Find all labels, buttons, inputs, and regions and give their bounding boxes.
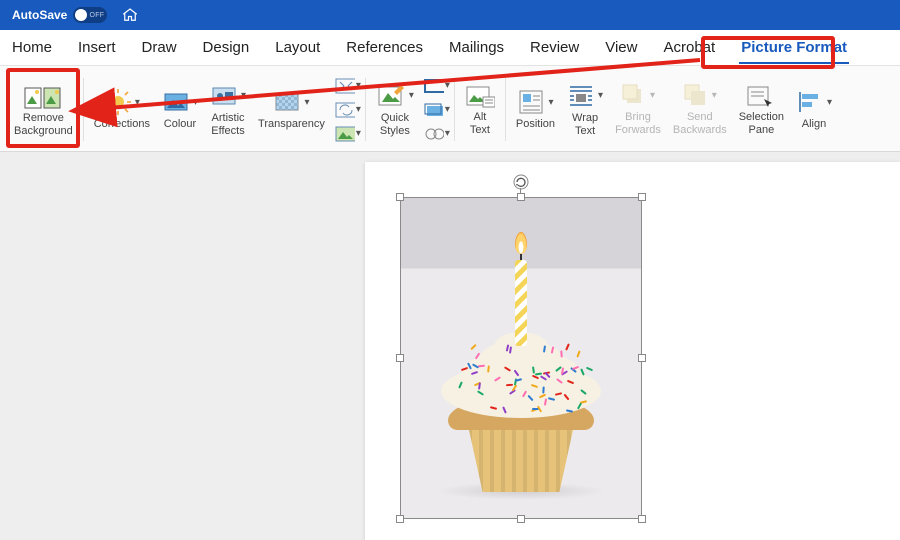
layout-icon — [424, 127, 444, 141]
resize-handle[interactable] — [638, 193, 646, 201]
remove-bg-label: Remove Background — [14, 112, 73, 137]
picture-effects-button[interactable]: ▾ — [424, 100, 450, 120]
tab-design[interactable]: Design — [201, 33, 252, 62]
resize-handle[interactable] — [517, 193, 525, 201]
wrap-text-icon — [567, 82, 595, 110]
quick-styles-button[interactable]: ▾ Quick Styles — [370, 70, 420, 149]
transparency-icon — [273, 88, 301, 116]
compress-reset-stack: ▾ ▾ ▾ — [335, 70, 361, 149]
artistic-label: Artistic Effects — [211, 112, 244, 137]
align-label: Align — [802, 118, 826, 131]
quick-styles-icon — [376, 82, 406, 110]
effects-icon — [424, 103, 444, 117]
reset-picture-button[interactable]: ▾ — [335, 124, 361, 144]
send-backwards-icon — [683, 83, 709, 109]
resize-handle[interactable] — [396, 354, 404, 362]
tab-insert[interactable]: Insert — [76, 33, 118, 62]
dropdown-caret-icon: ▾ — [548, 97, 553, 108]
colour-icon — [162, 88, 190, 116]
tab-mailings[interactable]: Mailings — [447, 33, 506, 62]
home-icon[interactable] — [121, 6, 139, 24]
dropdown-caret-icon: ▾ — [241, 90, 246, 101]
selected-image[interactable] — [401, 198, 641, 518]
corrections-icon — [104, 88, 132, 116]
remove-background-button[interactable]: Remove Background — [8, 70, 79, 149]
artistic-icon — [210, 82, 238, 110]
rotate-handle[interactable] — [513, 174, 529, 190]
artistic-effects-button[interactable]: ▾ Artistic Effects — [204, 70, 252, 149]
align-icon — [796, 88, 824, 116]
dropdown-caret-icon: ▾ — [598, 90, 603, 101]
tab-acrobat[interactable]: Acrobat — [661, 33, 717, 62]
dropdown-caret-icon: ▾ — [135, 97, 140, 108]
tab-layout[interactable]: Layout — [273, 33, 322, 62]
ribbon-tabs: Home Insert Draw Design Layout References Mail… — [0, 30, 900, 66]
corrections-button[interactable]: ▾ Corrections — [88, 70, 156, 149]
align-button[interactable]: ▾ Align — [790, 70, 838, 149]
position-label: Position — [516, 118, 555, 131]
resize-handle[interactable] — [396, 193, 404, 201]
tab-draw[interactable]: Draw — [140, 33, 179, 62]
border-icon — [424, 79, 444, 93]
resize-handle[interactable] — [638, 515, 646, 523]
colour-button[interactable]: ▾ Colour — [156, 70, 204, 149]
dropdown-caret-icon: ▾ — [827, 97, 832, 108]
bring-forwards-button[interactable]: ▾ Bring Forwards — [609, 70, 667, 149]
reset-icon — [335, 126, 355, 142]
tab-references[interactable]: References — [344, 33, 425, 62]
autosave-label: AutoSave — [12, 8, 67, 22]
selection-pane-button[interactable]: Selection Pane — [733, 70, 790, 149]
remove-bg-icon — [24, 82, 62, 112]
transparency-button[interactable]: ▾ Transparency — [252, 70, 331, 149]
send-backwards-label: Send Backwards — [673, 111, 727, 136]
picture-border-button[interactable]: ▾ — [424, 76, 450, 96]
bring-forwards-label: Bring Forwards — [615, 111, 661, 136]
selection-pane-label: Selection Pane — [739, 111, 784, 136]
document-page[interactable] — [365, 162, 900, 540]
selection-pane-icon — [746, 83, 776, 111]
dropdown-caret-icon: ▾ — [193, 97, 198, 108]
resize-handle[interactable] — [396, 515, 404, 523]
document-canvas[interactable] — [0, 152, 900, 540]
picture-layout-button[interactable]: ▾ — [424, 124, 450, 144]
compress-picture-button[interactable]: ▾ — [335, 76, 361, 96]
position-icon — [517, 88, 545, 116]
transparency-label: Transparency — [258, 118, 325, 131]
send-backwards-button[interactable]: ▾ Send Backwards — [667, 70, 733, 149]
tab-view[interactable]: View — [603, 33, 639, 62]
autosave-toggle[interactable]: OFF — [73, 7, 107, 23]
alt-text-label: Alt Text — [470, 111, 490, 136]
dropdown-caret-icon: ▾ — [304, 97, 309, 108]
compress-icon — [335, 78, 355, 94]
change-picture-button[interactable]: ▾ — [335, 100, 361, 120]
selection-outline — [400, 197, 642, 519]
position-button[interactable]: ▾ Position — [510, 70, 561, 149]
border-effects-stack: ▾ ▾ ▾ — [424, 70, 450, 149]
corrections-label: Corrections — [94, 118, 150, 131]
dropdown-caret-icon: ▾ — [650, 90, 655, 101]
ribbon: Remove Background ▾ Corrections ▾ Colour… — [0, 66, 900, 152]
dropdown-caret-icon: ▾ — [712, 90, 717, 101]
tab-picture-format[interactable]: Picture Format — [739, 33, 849, 62]
wrap-text-label: Wrap Text — [572, 112, 598, 137]
quick-styles-label: Quick Styles — [380, 112, 410, 137]
wrap-text-button[interactable]: ▾ Wrap Text — [561, 70, 609, 149]
alt-text-icon — [465, 83, 495, 111]
dropdown-caret-icon: ▾ — [409, 90, 414, 101]
resize-handle[interactable] — [517, 515, 525, 523]
bring-forwards-icon — [621, 83, 647, 109]
change-picture-icon — [335, 102, 355, 118]
tab-home[interactable]: Home — [10, 33, 54, 62]
colour-label: Colour — [164, 118, 196, 131]
alt-text-button[interactable]: Alt Text — [459, 70, 501, 149]
tab-review[interactable]: Review — [528, 33, 581, 62]
titlebar: AutoSave OFF — [0, 0, 900, 30]
resize-handle[interactable] — [638, 354, 646, 362]
